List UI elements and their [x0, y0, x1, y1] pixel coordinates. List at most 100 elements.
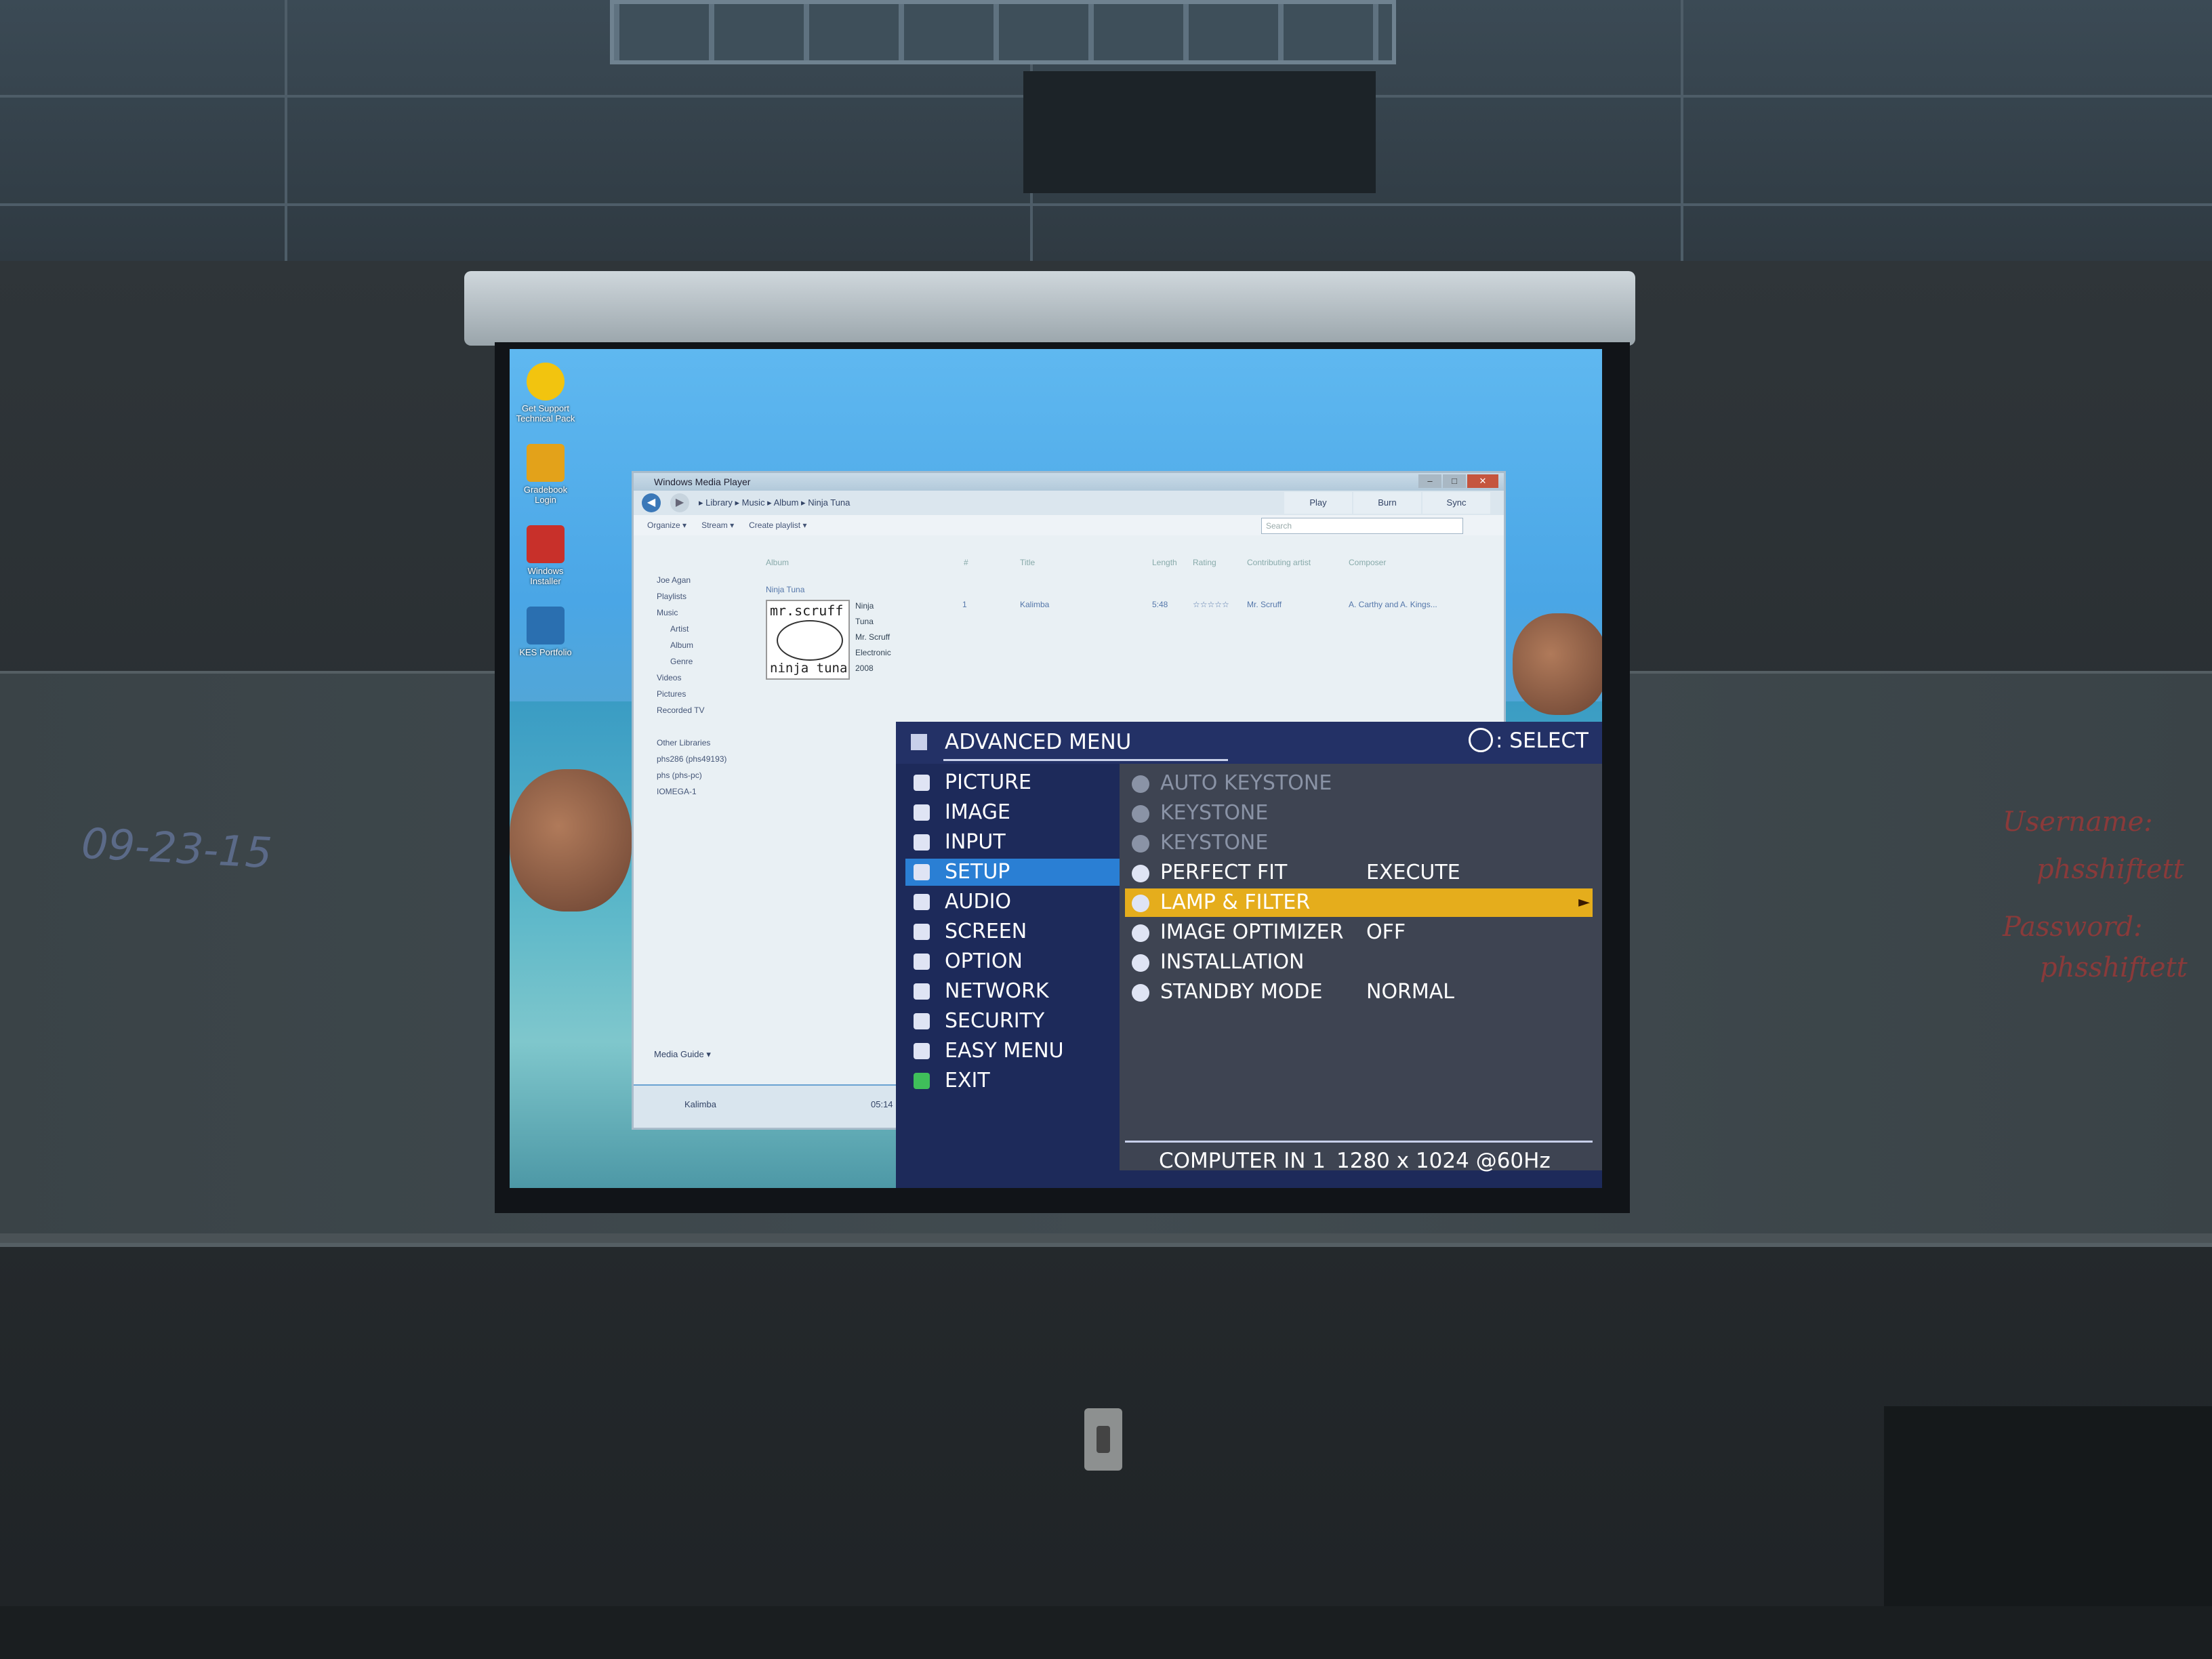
track-composer: A. Carthy and A. Kings...: [1349, 600, 1437, 609]
album-name: Ninja Tuna: [855, 601, 874, 626]
desktop-icon[interactable]: Get Support Technical Pack: [515, 363, 576, 424]
osd-setup-panel: AUTO KEYSTONE KEYSTONE KEYSTONE PERFECT …: [1120, 764, 1602, 1170]
osd-item-perfect-fit[interactable]: PERFECT FIT EXECUTE: [1125, 859, 1593, 887]
osd-category-network[interactable]: NETWORK: [905, 978, 1120, 1005]
wall-outlet: [1084, 1408, 1122, 1471]
back-button[interactable]: ◀: [642, 493, 661, 512]
close-button[interactable]: ✕: [1467, 474, 1498, 488]
osd-item-value: NORMAL: [1366, 980, 1455, 1004]
sidebar-item[interactable]: Pictures: [643, 686, 765, 702]
column-contributing-artist[interactable]: Contributing artist: [1247, 558, 1311, 567]
osd-category-label: SECURITY: [945, 1009, 1045, 1033]
submenu-arrow-icon: ►: [1578, 894, 1590, 911]
tab-sync[interactable]: Sync: [1422, 492, 1490, 514]
tab-burn[interactable]: Burn: [1353, 492, 1421, 514]
osd-category-label: AUDIO: [945, 890, 1012, 914]
option-icon: [914, 954, 930, 970]
osd-item-label: IMAGE OPTIMIZER: [1160, 920, 1344, 944]
osd-item-keystone-h[interactable]: KEYSTONE: [1125, 829, 1593, 857]
keystone-icon: [1132, 805, 1149, 823]
breadcrumb[interactable]: ▸ Library ▸ Music ▸ Album ▸ Ninja Tuna: [699, 497, 850, 508]
column-length[interactable]: Length: [1152, 558, 1177, 567]
sidebar-item[interactable]: Joe Agan: [643, 572, 765, 588]
sidebar-item[interactable]: Album: [643, 637, 765, 653]
osd-select-label: : SELECT: [1495, 729, 1589, 753]
image-icon: [914, 804, 930, 821]
osd-item-value: OFF: [1366, 920, 1406, 944]
sidebar-item[interactable]: Playlists: [643, 588, 765, 605]
window-title: Windows Media Player: [634, 473, 1504, 491]
sidebar-item[interactable]: Other Libraries: [643, 735, 765, 751]
network-icon: [914, 983, 930, 1000]
desktop-icon[interactable]: Gradebook Login: [515, 444, 576, 505]
desktop-icon[interactable]: Windows Installer: [515, 525, 576, 586]
forward-button[interactable]: ▶: [670, 493, 689, 512]
ceiling-grid: [1681, 0, 1683, 261]
dragon-icon: [527, 525, 565, 563]
osd-item-lamp-filter[interactable]: LAMP & FILTER ►: [1125, 888, 1593, 917]
sidebar-item[interactable]: Videos: [643, 670, 765, 686]
osd-item-label: STANDBY MODE: [1160, 980, 1323, 1004]
create-playlist-menu[interactable]: Create playlist ▾: [749, 520, 806, 530]
projector-osd-menu: ADVANCED MENU : SELECT PICTURE IMAGE INP…: [896, 722, 1602, 1188]
osd-category-label: IMAGE: [945, 800, 1010, 824]
sidebar-item[interactable]: Genre: [643, 653, 765, 670]
organize-menu[interactable]: Organize ▾: [647, 520, 687, 530]
osd-category-security[interactable]: SECURITY: [905, 1008, 1120, 1035]
column-composer[interactable]: Composer: [1349, 558, 1386, 567]
tab-play[interactable]: Play: [1284, 492, 1352, 514]
osd-item-installation[interactable]: INSTALLATION: [1125, 948, 1593, 977]
pencil-icon: [527, 444, 565, 482]
maximize-button[interactable]: □: [1443, 474, 1466, 488]
osd-category-screen[interactable]: SCREEN: [905, 918, 1120, 945]
column-rating[interactable]: Rating: [1193, 558, 1216, 567]
album-group: Ninja Tuna mr.scruff ninja tuna Ninja Tu…: [766, 585, 891, 680]
track-artist: Mr. Scruff: [1247, 600, 1282, 609]
desktop-icon[interactable]: KES Portfolio: [515, 607, 576, 657]
osd-item-image-optimizer[interactable]: IMAGE OPTIMIZER OFF: [1125, 918, 1593, 947]
osd-category-label: EASY MENU: [945, 1039, 1064, 1063]
setup-icon: [914, 864, 930, 880]
osd-status-divider: [1125, 1141, 1593, 1143]
sidebar-item[interactable]: phs286 (phs49193): [643, 751, 765, 767]
osd-category-easy-menu[interactable]: EASY MENU: [905, 1038, 1120, 1065]
osd-item-label: KEYSTONE: [1160, 831, 1269, 855]
osd-category-option[interactable]: OPTION: [905, 948, 1120, 975]
osd-category-input[interactable]: INPUT: [905, 829, 1120, 856]
sidebar-item[interactable]: phs (phs-pc): [643, 767, 765, 783]
osd-category-image[interactable]: IMAGE: [905, 799, 1120, 826]
album-heading[interactable]: Ninja Tuna: [766, 585, 804, 594]
stream-menu[interactable]: Stream ▾: [701, 520, 734, 530]
osd-item-auto-keystone[interactable]: AUTO KEYSTONE: [1125, 769, 1593, 798]
osd-category-exit[interactable]: EXIT: [905, 1067, 1120, 1094]
search-input[interactable]: Search: [1261, 518, 1463, 534]
installation-icon: [1132, 954, 1149, 972]
ceiling-vent: [1023, 71, 1376, 193]
window-buttons: – □ ✕: [1418, 474, 1498, 488]
osd-item-value: EXECUTE: [1366, 861, 1460, 884]
osd-item-keystone-v[interactable]: KEYSTONE: [1125, 799, 1593, 827]
kes-icon: [527, 607, 565, 644]
column-number[interactable]: #: [964, 558, 968, 567]
album-art-text: mr.scruff: [770, 602, 844, 619]
sidebar-item[interactable]: IOMEGA-1: [643, 783, 765, 800]
sidebar-item[interactable]: Recorded TV: [643, 702, 765, 718]
exit-icon: [914, 1073, 930, 1089]
osd-category-setup[interactable]: SETUP: [905, 859, 1120, 886]
ceiling-grid: [0, 203, 2212, 206]
osd-category-list: PICTURE IMAGE INPUT SETUP AUDIO SCREEN O…: [896, 764, 1120, 1188]
column-album[interactable]: Album: [766, 558, 789, 567]
osd-item-standby-mode[interactable]: STANDBY MODE NORMAL: [1125, 978, 1593, 1006]
media-guide-link[interactable]: Media Guide ▾: [654, 1049, 711, 1060]
sidebar-item[interactable]: Artist: [643, 621, 765, 637]
track-rating[interactable]: ☆☆☆☆☆: [1193, 600, 1229, 609]
minimize-button[interactable]: –: [1418, 474, 1441, 488]
column-title[interactable]: Title: [1020, 558, 1035, 567]
sidebar-item[interactable]: Music: [643, 605, 765, 621]
now-playing-time: 05:14: [871, 1099, 893, 1109]
osd-category-audio[interactable]: AUDIO: [905, 888, 1120, 916]
whiteboard-note: phsshiftett: [2040, 952, 2188, 983]
album-art[interactable]: mr.scruff ninja tuna: [766, 600, 850, 680]
osd-category-picture[interactable]: PICTURE: [905, 769, 1120, 796]
osd-category-label: PICTURE: [945, 771, 1031, 794]
